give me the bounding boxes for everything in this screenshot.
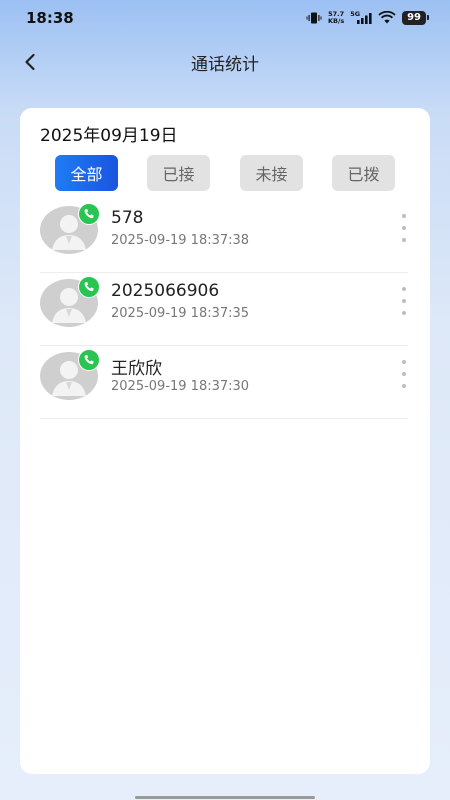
tab-dialed[interactable]: 已拨 — [332, 155, 395, 191]
phone-badge — [78, 349, 100, 371]
avatar — [40, 276, 100, 329]
dot-icon — [402, 384, 406, 388]
tab-missed[interactable]: 未接 — [240, 155, 303, 191]
dot-icon — [402, 214, 406, 218]
avatar — [40, 349, 100, 402]
date-title: 2025年09月19日 — [40, 126, 178, 146]
cellular-signal: 5G — [350, 10, 372, 24]
net-speed: 57.7 KB/s — [328, 11, 344, 25]
dot-icon — [402, 287, 406, 291]
call-contact-name: 2025066906 — [111, 281, 220, 301]
more-options-button[interactable] — [400, 287, 408, 315]
phone-icon — [84, 282, 94, 292]
call-timestamp: 2025-09-19 18:37:35 — [111, 306, 250, 321]
filter-tabs: 全部 已接 未接 已拨 — [55, 155, 395, 191]
status-bar: 18:38 57.7 KB/s 5G 99 — [0, 0, 450, 36]
status-time: 18:38 — [26, 9, 74, 27]
phone-icon — [84, 355, 94, 365]
call-list-item[interactable]: 2025066906 2025-09-19 18:37:35 — [40, 273, 408, 346]
phone-badge — [78, 203, 100, 225]
call-list-item[interactable]: 578 2025-09-19 18:37:38 — [40, 200, 408, 273]
battery-indicator: 99 — [402, 11, 429, 25]
dot-icon — [402, 360, 406, 364]
avatar — [40, 203, 100, 256]
net-speed-unit: KB/s — [327, 17, 345, 25]
call-timestamp: 2025-09-19 18:37:38 — [111, 233, 250, 248]
wifi-icon — [378, 9, 396, 28]
dot-icon — [402, 238, 406, 242]
dot-icon — [402, 299, 406, 303]
tab-all[interactable]: 全部 — [55, 155, 118, 191]
call-contact-name: 王欣欣 — [111, 359, 162, 379]
tab-answered[interactable]: 已接 — [147, 155, 210, 191]
call-contact-name: 578 — [111, 208, 144, 228]
page-title: 通话统计 — [191, 55, 259, 75]
call-list: 578 2025-09-19 18:37:38 2025066906 2025-… — [40, 200, 408, 419]
more-options-button[interactable] — [400, 360, 408, 388]
signal-bars-icon — [357, 13, 372, 24]
phone-badge — [78, 276, 100, 298]
dot-icon — [402, 311, 406, 315]
call-timestamp: 2025-09-19 18:37:30 — [111, 379, 250, 394]
app-header: 通话统计 — [0, 40, 450, 84]
phone-icon — [84, 209, 94, 219]
call-list-item[interactable]: 王欣欣 2025-09-19 18:37:30 — [40, 346, 408, 419]
more-options-button[interactable] — [400, 214, 408, 242]
dot-icon — [402, 226, 406, 230]
home-indicator[interactable] — [135, 796, 315, 799]
status-icons: 57.7 KB/s 5G 99 — [306, 9, 429, 28]
dot-icon — [402, 372, 406, 376]
vibrate-icon — [306, 9, 322, 28]
call-stats-card: 2025年09月19日 全部 已接 未接 已拨 578 2025-09-19 1… — [20, 108, 430, 774]
